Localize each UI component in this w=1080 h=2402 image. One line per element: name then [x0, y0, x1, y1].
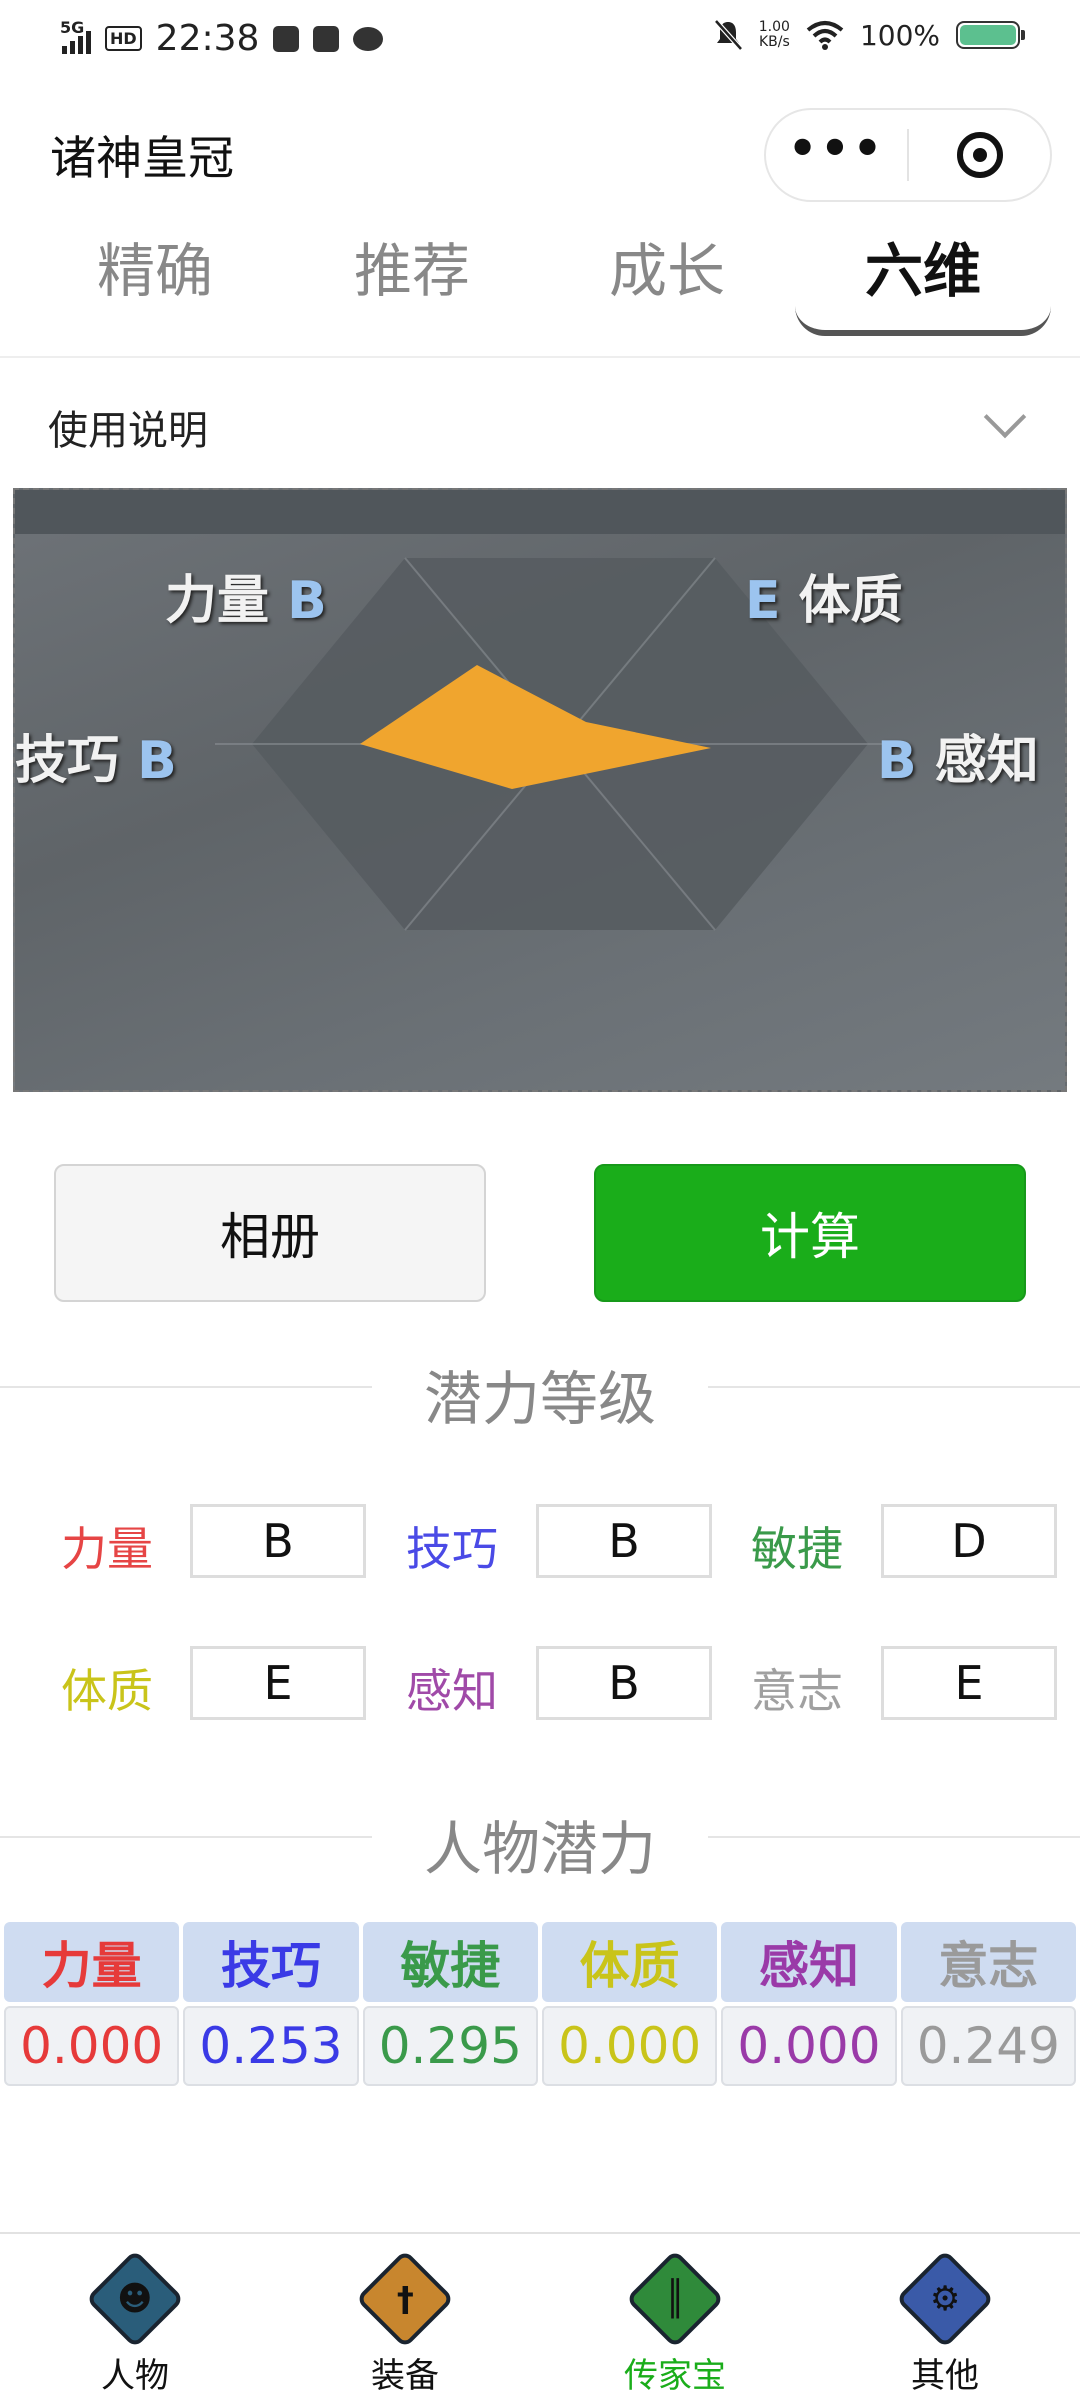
label-perception-text: 感知 — [934, 731, 1039, 791]
grade-label-perception: 感知 — [406, 1664, 498, 1718]
mail-icon — [313, 25, 340, 52]
equipment-icon: † — [355, 2249, 455, 2349]
grade-label-agility: 敏捷 — [751, 1522, 843, 1576]
status-right: 1.00 KB/s 100% — [713, 18, 1025, 52]
tab-bar: 精确 推荐 成长 六维 — [0, 212, 1080, 336]
status-time: 22:38 — [155, 18, 260, 59]
tab-precise[interactable]: 精确 — [30, 224, 280, 308]
grade-field-constitution[interactable]: E — [190, 1646, 366, 1720]
grade-strength: B — [287, 571, 327, 631]
nav-label-heirloom: 传家宝 — [624, 2356, 726, 2396]
tab-growth[interactable]: 成长 — [542, 224, 792, 308]
potential-header-skill: 技巧 — [183, 1922, 359, 2002]
potential-column: 敏捷 0.295 — [362, 1922, 538, 2086]
signal-icon: 5G — [60, 18, 91, 54]
status-bar: 5G HD 22:38 1.00 KB/s 100% — [0, 0, 1080, 80]
tab-six-dimensions[interactable]: 六维 — [798, 224, 1048, 308]
usage-instructions-toggle[interactable]: 使用说明 — [0, 358, 1080, 486]
miniprogram-capsule: ••• — [764, 108, 1052, 202]
label-strength-text: 力量 — [165, 571, 270, 631]
potential-value-will: 0.249 — [900, 2006, 1076, 2086]
speed-value: 1.00 — [758, 19, 790, 35]
nav-label-other: 其他 — [911, 2356, 979, 2396]
usage-label: 使用说明 — [48, 408, 208, 454]
potential-column: 体质 0.000 — [541, 1922, 718, 2086]
grade-constitution: E — [745, 571, 781, 631]
grade-field-perception[interactable]: B — [536, 1646, 712, 1720]
label-skill-text: 技巧 — [15, 731, 120, 791]
potential-value-agility: 0.295 — [362, 2006, 538, 2086]
close-target-icon — [956, 132, 1003, 178]
settings-icon: ⚙ — [895, 2249, 995, 2349]
calculate-button[interactable]: 计算 — [594, 1164, 1026, 1302]
label-perception: B 感知 — [877, 718, 1039, 793]
network-type: 5G — [60, 17, 85, 37]
battery-icon — [956, 21, 1025, 49]
grade-label-constitution: 体质 — [61, 1664, 153, 1718]
grade-field-skill[interactable]: B — [536, 1504, 712, 1578]
tab-recommend[interactable]: 推荐 — [287, 224, 537, 308]
close-button[interactable] — [909, 132, 1050, 178]
potential-value-perception: 0.000 — [721, 2006, 897, 2086]
label-strength: 力量 B — [165, 558, 327, 633]
potential-header-agility: 敏捷 — [362, 1922, 538, 2002]
potential-column: 意志 0.249 — [900, 1922, 1076, 2086]
character-potential-title: 人物潜力 — [423, 1815, 656, 1883]
potential-column: 技巧 0.253 — [183, 1922, 359, 2086]
chevron-down-icon — [983, 395, 1027, 439]
heirloom-icon: ║ — [625, 2249, 725, 2349]
grade-label-strength: 力量 — [61, 1522, 153, 1576]
nav-other[interactable]: ⚙ 其他 — [810, 2234, 1080, 2402]
nav-label-character: 人物 — [101, 2356, 169, 2396]
network-speed: 1.00 KB/s — [759, 20, 790, 50]
hd-badge: HD — [105, 26, 142, 51]
nav-label-equipment: 装备 — [371, 2356, 439, 2396]
more-button[interactable]: ••• — [766, 121, 907, 175]
nav-heirloom[interactable]: ║ 传家宝 — [540, 2234, 810, 2402]
battery-percent: 100% — [859, 18, 940, 52]
app-title: 诸神皇冠 — [50, 131, 234, 185]
potential-value-skill: 0.253 — [183, 2006, 359, 2086]
potential-header-strength: 力量 — [4, 1922, 180, 2002]
speed-unit: KB/s — [758, 34, 790, 50]
status-left: 5G HD 22:38 — [60, 18, 384, 59]
potential-column: 感知 0.000 — [721, 1922, 897, 2086]
nav-equipment[interactable]: † 装备 — [270, 2234, 540, 2402]
mute-bell-icon — [713, 19, 743, 51]
bottom-nav: ☻ 人物 † 装备 ║ 传家宝 ⚙ 其他 — [0, 2232, 1080, 2402]
chat-icon — [353, 26, 384, 51]
grade-perception: B — [877, 731, 917, 791]
label-constitution-text: 体质 — [798, 571, 903, 631]
potential-header-constitution: 体质 — [541, 1922, 718, 2002]
game-screenshot[interactable]: 力量 B E 体质 技巧 B B 感知 — [13, 488, 1067, 1092]
active-tab-indicator — [795, 302, 1051, 336]
grade-field-strength[interactable]: B — [190, 1504, 366, 1578]
wifi-icon — [806, 21, 844, 50]
grade-field-agility[interactable]: D — [881, 1504, 1057, 1578]
label-constitution: E 体质 — [745, 558, 903, 633]
clipboard-icon — [273, 25, 300, 52]
grade-skill: B — [137, 731, 177, 791]
grade-label-will: 意志 — [751, 1664, 843, 1718]
potential-column: 力量 0.000 — [4, 1922, 180, 2086]
potential-header-will: 意志 — [900, 1922, 1076, 2002]
grade-field-will[interactable]: E — [881, 1646, 1057, 1720]
album-button[interactable]: 相册 — [54, 1164, 486, 1302]
grade-label-skill: 技巧 — [406, 1522, 498, 1576]
nav-character[interactable]: ☻ 人物 — [0, 2234, 270, 2402]
character-icon: ☻ — [85, 2249, 185, 2349]
potential-table: 力量 0.000 技巧 0.253 敏捷 0.295 体质 0.000 感知 0… — [4, 1922, 1076, 2086]
potential-value-constitution: 0.000 — [541, 2006, 718, 2086]
potential-grade-title: 潜力等级 — [423, 1365, 656, 1433]
potential-value-strength: 0.000 — [4, 2006, 180, 2086]
potential-header-perception: 感知 — [721, 1922, 897, 2002]
label-skill: 技巧 B — [15, 718, 177, 793]
